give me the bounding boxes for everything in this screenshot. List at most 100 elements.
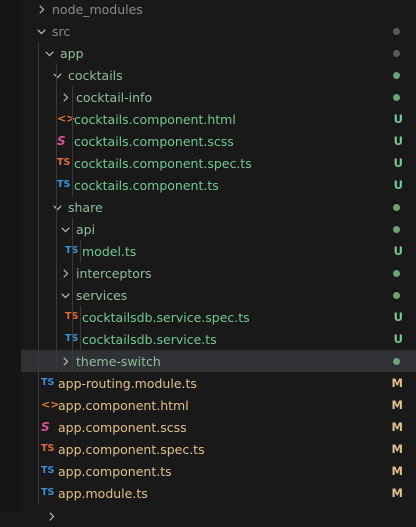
untracked-badge: U [393, 134, 403, 148]
chevron-down-icon[interactable] [33, 23, 49, 39]
tree-item-app-routing-module-ts[interactable]: TS app-routing.module.ts M [21, 372, 416, 394]
tree-item-label: services [76, 287, 128, 303]
tree-item-node-modules[interactable]: node_modules [21, 0, 416, 20]
indent-guide [56, 86, 57, 108]
tree-item-label: src [52, 23, 71, 39]
tree-item-share[interactable]: share [21, 196, 416, 218]
indent-guide [56, 130, 57, 152]
tree-item-label: cocktailsdb.service.ts [82, 331, 217, 347]
typescript-file-icon: TS [41, 487, 55, 498]
chevron-down-icon[interactable] [57, 221, 73, 237]
indent-guide [72, 218, 73, 240]
indent-guide [38, 152, 39, 174]
indent-guide [56, 240, 57, 262]
chevron-down-icon[interactable] [41, 45, 57, 61]
tree-item-label: cocktails.component.spec.ts [74, 155, 252, 171]
untracked-badge: U [393, 156, 403, 170]
indent-guide [56, 64, 57, 86]
tree-item-label: cocktails.component.html [74, 111, 236, 127]
indent-guide [72, 130, 73, 152]
chevron-right-icon[interactable] [57, 265, 73, 281]
change-dot-icon [393, 94, 400, 101]
tree-item-cocktailsdb-service-ts[interactable]: TScocktailsdb.service.tsU [21, 328, 416, 350]
tree-item-label: cocktails [68, 67, 123, 83]
tree-row-cutoff [21, 505, 416, 527]
chevron-right-icon[interactable] [33, 1, 49, 17]
indent-guide [38, 482, 39, 504]
chevron-down-icon[interactable] [57, 287, 73, 303]
typescript-spec-file-icon: TS [41, 443, 55, 454]
tree-item-app-component-ts[interactable]: TS app.component.ts M [21, 460, 416, 482]
tree-item-app-module-ts[interactable]: TS app.module.ts M [21, 482, 416, 504]
tree-item-cocktails[interactable]: cocktails [21, 64, 416, 86]
tree-item-label: app.component.html [58, 397, 189, 413]
indent-guide [38, 108, 39, 130]
indent-guide [38, 240, 39, 262]
html-file-icon: <> [41, 398, 60, 411]
indent-guide [72, 152, 73, 174]
chevron-down-icon[interactable] [49, 67, 65, 83]
change-dot-icon [393, 358, 400, 365]
tree-item-api[interactable]: api [21, 218, 416, 240]
tree-item-label: cocktails.component.scss [74, 133, 234, 149]
chevron-right-icon[interactable] [57, 89, 73, 105]
change-dot-icon [393, 292, 400, 299]
tree-item-label: app-routing.module.ts [58, 375, 197, 391]
tree-item-label: app.component.spec.ts [58, 441, 205, 457]
indent-guide [38, 460, 39, 482]
indent-guide [80, 328, 81, 350]
untracked-badge: U [393, 332, 403, 346]
tree-item-label: node_modules [52, 1, 143, 17]
indent-guide [80, 306, 81, 328]
indent-guide [38, 130, 39, 152]
tree-item-cocktailsdb-service-spec-ts[interactable]: TScocktailsdb.service.spec.tsU [21, 306, 416, 328]
indent-guide [56, 284, 57, 306]
tree-item-app-component-spec-ts[interactable]: TS app.component.spec.ts M [21, 438, 416, 460]
typescript-file-icon: TS [41, 465, 55, 476]
indent-guide [72, 174, 73, 196]
indent-guide [38, 262, 39, 284]
indent-guide [38, 372, 39, 394]
chevron-right-icon[interactable] [57, 353, 73, 369]
typescript-file-icon: TS [41, 377, 55, 388]
change-dot-icon [393, 226, 400, 233]
indent-guide [56, 306, 57, 328]
indent-guide [38, 64, 39, 86]
tree-item-services[interactable]: services [21, 284, 416, 306]
tree-item-cocktails-component-spec-ts[interactable]: TS cocktails.component.spec.ts U [21, 152, 416, 174]
tree-item-cocktails-component-ts[interactable]: TS cocktails.component.ts U [21, 174, 416, 196]
tree-item-interceptors[interactable]: interceptors [21, 262, 416, 284]
tree-item-label: api [76, 221, 96, 237]
modified-badge: M [391, 420, 403, 434]
tree-item-app[interactable]: app [21, 42, 416, 64]
indent-guide [56, 218, 57, 240]
tree-item-cocktails-component-scss[interactable]: Scocktails.component.scss U [21, 130, 416, 152]
tree-item-cocktail-info[interactable]: cocktail-info [21, 86, 416, 108]
tree-item-cocktails-component-html[interactable]: <> cocktails.component.html U [21, 108, 416, 130]
untracked-badge: U [393, 310, 403, 324]
indent-guide [38, 218, 39, 240]
indent-guide [38, 196, 39, 218]
scss-file-icon: S [41, 420, 50, 434]
file-explorer: node_modulessrc app cocktails cocktail-info… [0, 0, 416, 521]
tree-item-label: app.component.scss [58, 419, 187, 435]
tree-item-label: model.ts [82, 243, 137, 259]
indent-guide [56, 152, 57, 174]
indent-guide [38, 174, 39, 196]
tree-item-theme-switch[interactable]: theme-switch [21, 350, 416, 372]
chevron-down-icon[interactable] [49, 199, 65, 215]
tree-item-label: interceptors [76, 265, 152, 281]
modified-badge: M [391, 442, 403, 456]
tree-item-app-component-scss[interactable]: Sapp.component.scss M [21, 416, 416, 438]
indent-guide [56, 328, 57, 350]
tree-item-model-ts[interactable]: TSmodel.tsU [21, 240, 416, 262]
chevron-right-icon [43, 508, 59, 524]
indent-guide [38, 86, 39, 108]
untracked-badge: U [393, 178, 403, 192]
indent-guide [72, 350, 73, 372]
tree-item-src[interactable]: src [21, 20, 416, 42]
tree-item-label: cocktailsdb.service.spec.ts [82, 309, 250, 325]
indent-guide [72, 328, 73, 350]
indent-guide [72, 108, 73, 130]
tree-item-app-component-html[interactable]: <> app.component.html M [21, 394, 416, 416]
